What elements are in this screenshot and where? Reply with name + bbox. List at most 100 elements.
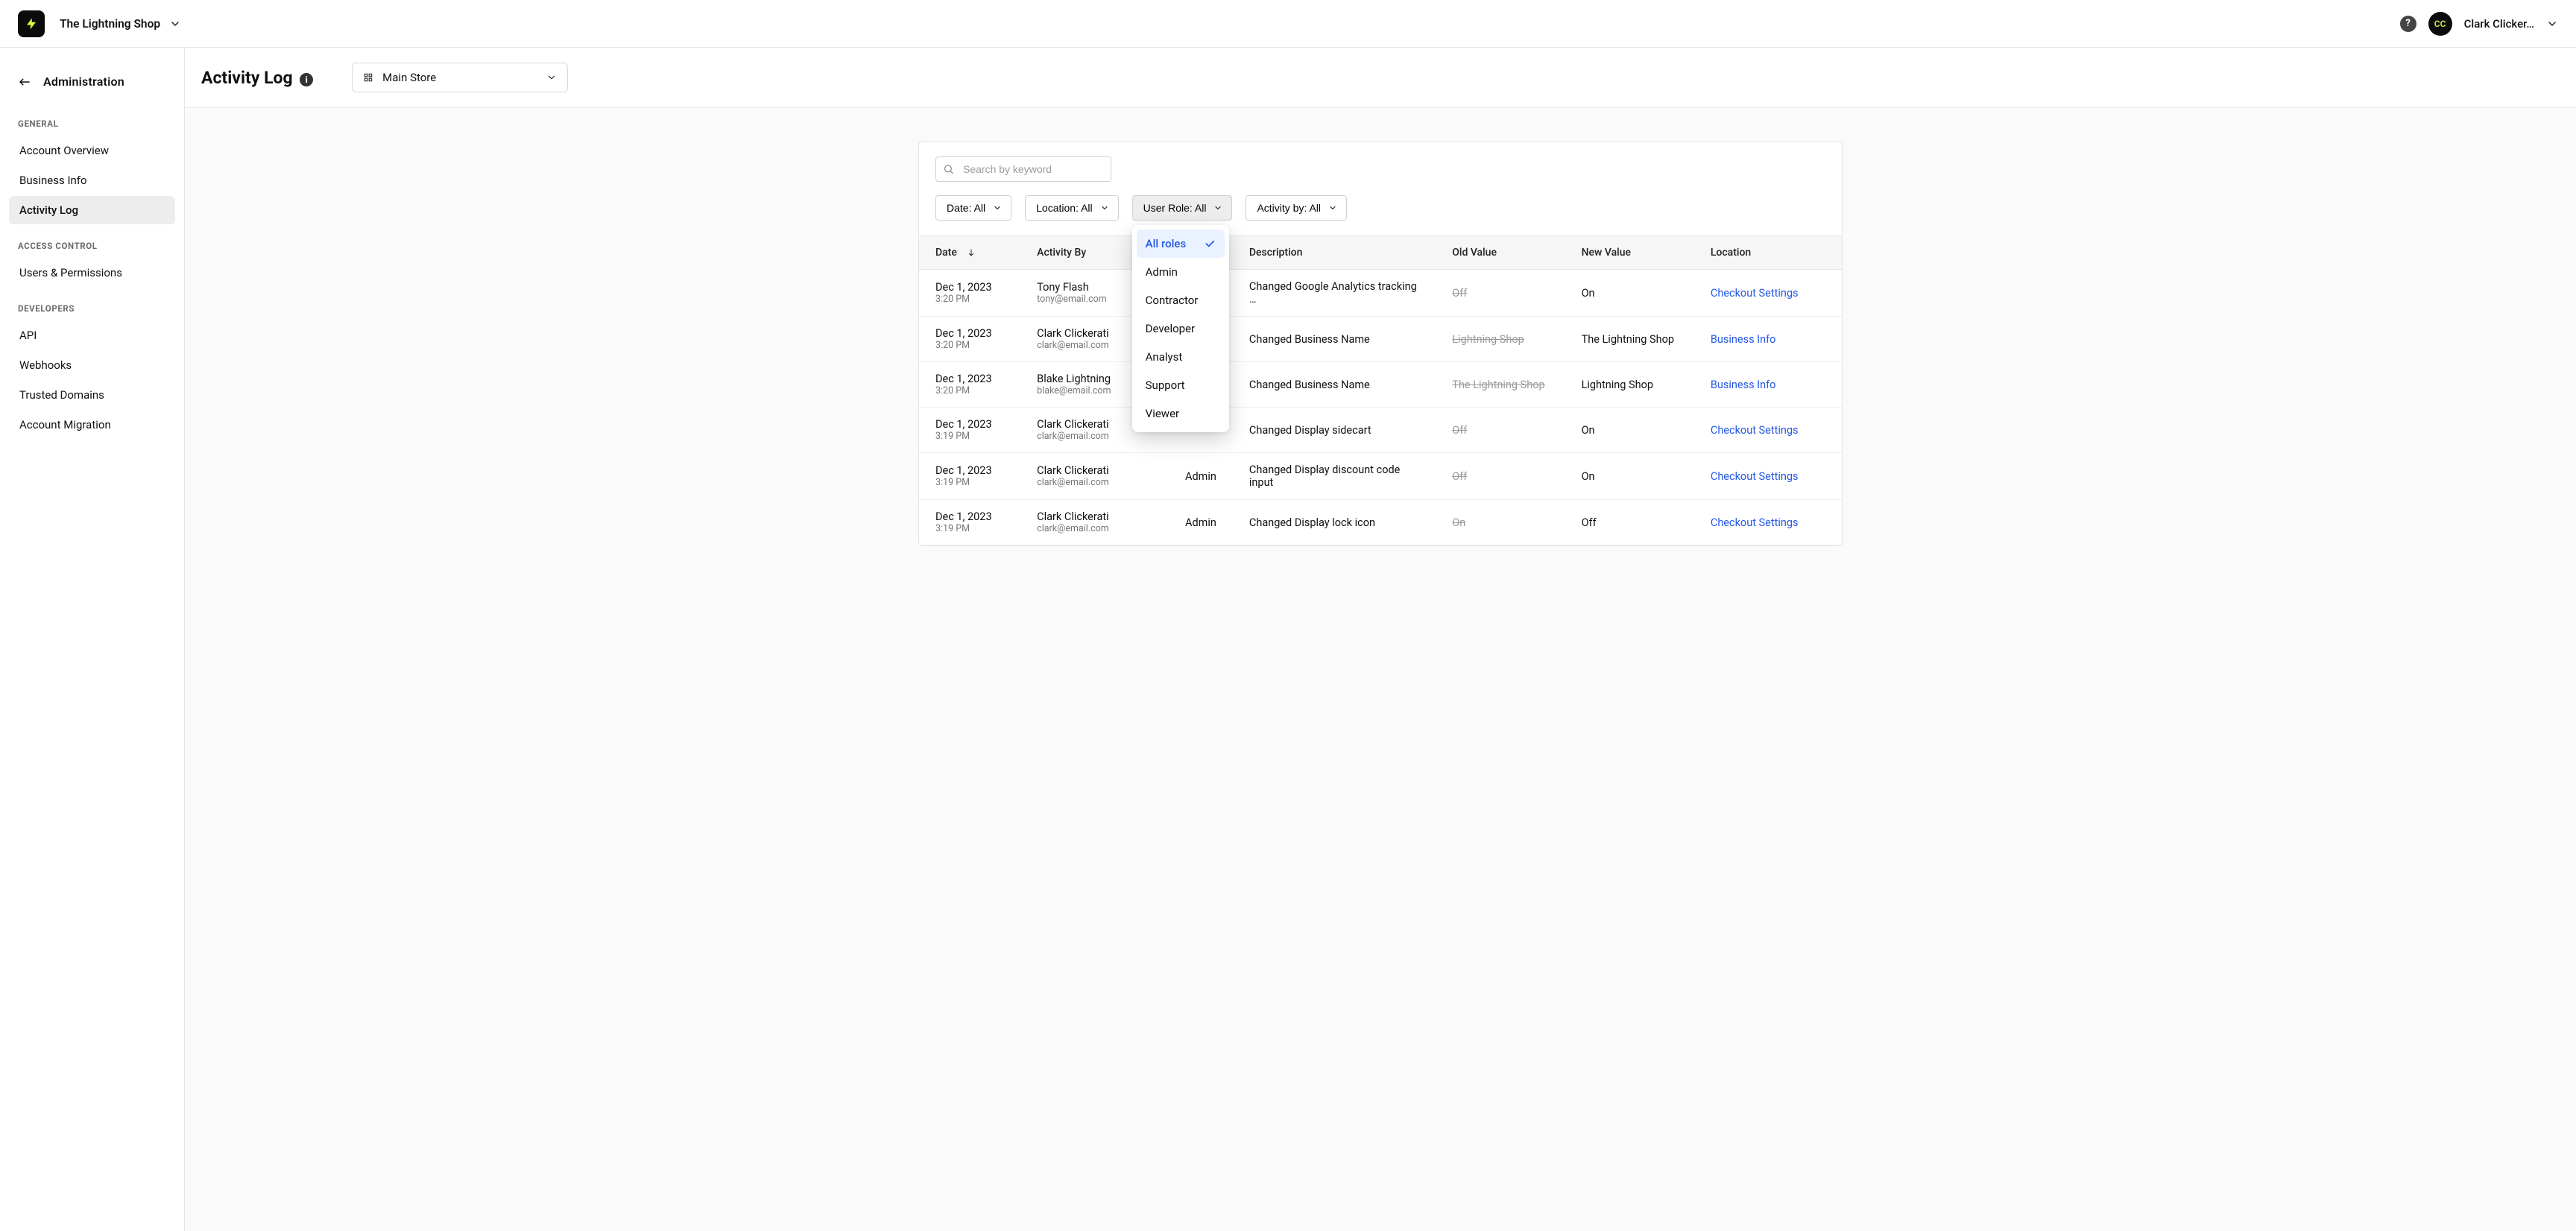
row-email: clark@email.com (1037, 431, 1143, 442)
app-logo[interactable] (18, 10, 45, 37)
info-icon[interactable]: i (300, 73, 313, 86)
row-time: 3:20 PM (935, 294, 1004, 305)
role-option-label: Admin (1146, 265, 1178, 279)
sidebar-item-webhooks[interactable]: Webhooks (9, 351, 175, 379)
sidebar-item-business-info[interactable]: Business Info (9, 166, 175, 194)
row-date: Dec 1, 2023 (935, 464, 1004, 477)
role-option-developer[interactable]: Developer (1137, 314, 1225, 343)
store-name: Main Store (382, 71, 537, 84)
col-activity-by-label: Activity By (1037, 247, 1086, 259)
row-time: 3:19 PM (935, 431, 1004, 442)
row-user: Clark Clickerati (1037, 418, 1143, 431)
topbar: The Lightning Shop ? CC Clark Clicker… (0, 0, 2576, 48)
row-old-value: Off (1452, 470, 1467, 483)
sidebar-item-trusted-domains[interactable]: Trusted Domains (9, 381, 175, 409)
row-location-link[interactable]: Checkout Settings (1711, 287, 1799, 300)
user-menu-caret[interactable] (2546, 18, 2558, 30)
chevron-down-icon (1328, 203, 1337, 212)
sort-down-icon (967, 248, 976, 257)
search-input[interactable] (935, 156, 1111, 182)
row-location-link[interactable]: Checkout Settings (1711, 424, 1799, 437)
help-icon[interactable]: ? (2400, 16, 2416, 32)
row-date: Dec 1, 2023 (935, 373, 1004, 385)
col-location-label: Location (1711, 247, 1751, 259)
row-location-link[interactable]: Business Info (1711, 379, 1776, 391)
role-option-label: Analyst (1146, 350, 1183, 364)
row-role: Admin (1159, 453, 1233, 500)
sidebar-item-users-permissions[interactable]: Users & Permissions (9, 259, 175, 287)
row-old-value: Off (1452, 287, 1467, 300)
filter-date[interactable]: Date: All (935, 195, 1011, 221)
sidebar-section-label: DEVELOPERS (0, 288, 184, 320)
col-description[interactable]: Description (1233, 236, 1436, 270)
table-row[interactable]: Dec 1, 20233:20 PMTony Flashtony@email.c… (919, 270, 1842, 317)
row-date: Dec 1, 2023 (935, 327, 1004, 340)
page-header: Activity Log i Main Store (185, 48, 2576, 108)
row-location-link[interactable]: Checkout Settings (1711, 516, 1799, 529)
row-date: Dec 1, 2023 (935, 281, 1004, 294)
avatar[interactable]: CC (2428, 12, 2452, 36)
filter-user-role-label: User Role: All (1143, 202, 1207, 214)
store-select[interactable]: Main Store (352, 63, 568, 92)
row-new-value: Lightning Shop (1565, 362, 1694, 408)
sidebar-item-account-overview[interactable]: Account Overview (9, 136, 175, 165)
filter-user-role[interactable]: User Role: All (1132, 195, 1233, 221)
sidebar-item-account-migration[interactable]: Account Migration (9, 411, 175, 439)
user-name[interactable]: Clark Clicker… (2464, 17, 2534, 31)
activity-card: Date: All Location: All User Role: All (918, 141, 1843, 546)
col-date[interactable]: Date (919, 236, 1020, 270)
table-row[interactable]: Dec 1, 20233:20 PMBlake Lightningblake@e… (919, 362, 1842, 408)
row-time: 3:20 PM (935, 385, 1004, 396)
role-option-all-roles[interactable]: All roles (1137, 230, 1225, 258)
search-icon (943, 164, 954, 175)
arrow-left-icon (18, 75, 31, 89)
col-new-value[interactable]: New Value (1565, 236, 1694, 270)
row-location-link[interactable]: Business Info (1711, 333, 1776, 346)
row-old-value: Lightning Shop (1452, 333, 1524, 346)
role-option-analyst[interactable]: Analyst (1137, 343, 1225, 371)
sidebar-item-api[interactable]: API (9, 321, 175, 349)
chevron-down-icon (169, 18, 181, 30)
row-user: Clark Clickerati (1037, 464, 1143, 477)
row-location-link[interactable]: Checkout Settings (1711, 470, 1799, 483)
sidebar-section-label: GENERAL (0, 104, 184, 135)
role-option-contractor[interactable]: Contractor (1137, 286, 1225, 314)
row-role: Admin (1159, 500, 1233, 545)
row-date: Dec 1, 2023 (935, 418, 1004, 431)
table-row[interactable]: Dec 1, 20233:19 PM Clark Clickeraticlark@… (919, 408, 1842, 453)
user-role-dropdown: All roles Admin Contractor Developer Analyst… (1132, 225, 1229, 432)
row-old-value: The Lightning Shop (1452, 379, 1544, 391)
role-option-support[interactable]: Support (1137, 371, 1225, 399)
col-new-value-label: New Value (1582, 247, 1631, 259)
row-description: Changed Business Name (1233, 317, 1436, 362)
sidebar-back[interactable]: Administration (0, 69, 184, 104)
row-email: clark@email.com (1037, 340, 1143, 351)
sidebar-section-label: ACCESS CONTROL (0, 226, 184, 257)
filter-location[interactable]: Location: All (1025, 195, 1119, 221)
role-option-admin[interactable]: Admin (1137, 258, 1225, 286)
role-option-label: Contractor (1146, 294, 1199, 307)
filter-date-label: Date: All (947, 202, 985, 214)
col-date-label: Date (935, 247, 957, 259)
chevron-down-icon (993, 203, 1002, 212)
row-description: Changed Display lock icon (1233, 500, 1436, 545)
col-old-value[interactable]: Old Value (1436, 236, 1565, 270)
row-description: Changed Display discount code input (1233, 453, 1436, 500)
col-old-value-label: Old Value (1452, 247, 1497, 259)
table-row[interactable]: Dec 1, 20233:20 PMClark Clickeraticlark@… (919, 317, 1842, 362)
chevron-down-icon (546, 72, 557, 83)
table-row[interactable]: Dec 1, 20233:19 PMClark Clickeraticlark@… (919, 453, 1842, 500)
col-location[interactable]: Location (1694, 236, 1842, 270)
filter-activity-by[interactable]: Activity by: All (1246, 195, 1347, 221)
filter-location-label: Location: All (1036, 202, 1093, 214)
shop-switcher-caret[interactable] (169, 18, 181, 30)
row-user: Clark Clickerati (1037, 510, 1143, 523)
shop-name[interactable]: The Lightning Shop (60, 17, 160, 31)
row-new-value: The Lightning Shop (1565, 317, 1694, 362)
row-old-value: Off (1452, 424, 1467, 437)
table-row[interactable]: Dec 1, 20233:19 PMClark Clickeraticlark@… (919, 500, 1842, 545)
row-user: Tony Flash (1037, 281, 1143, 294)
row-time: 3:19 PM (935, 477, 1004, 488)
role-option-viewer[interactable]: Viewer (1137, 399, 1225, 428)
sidebar-item-activity-log[interactable]: Activity Log (9, 196, 175, 224)
